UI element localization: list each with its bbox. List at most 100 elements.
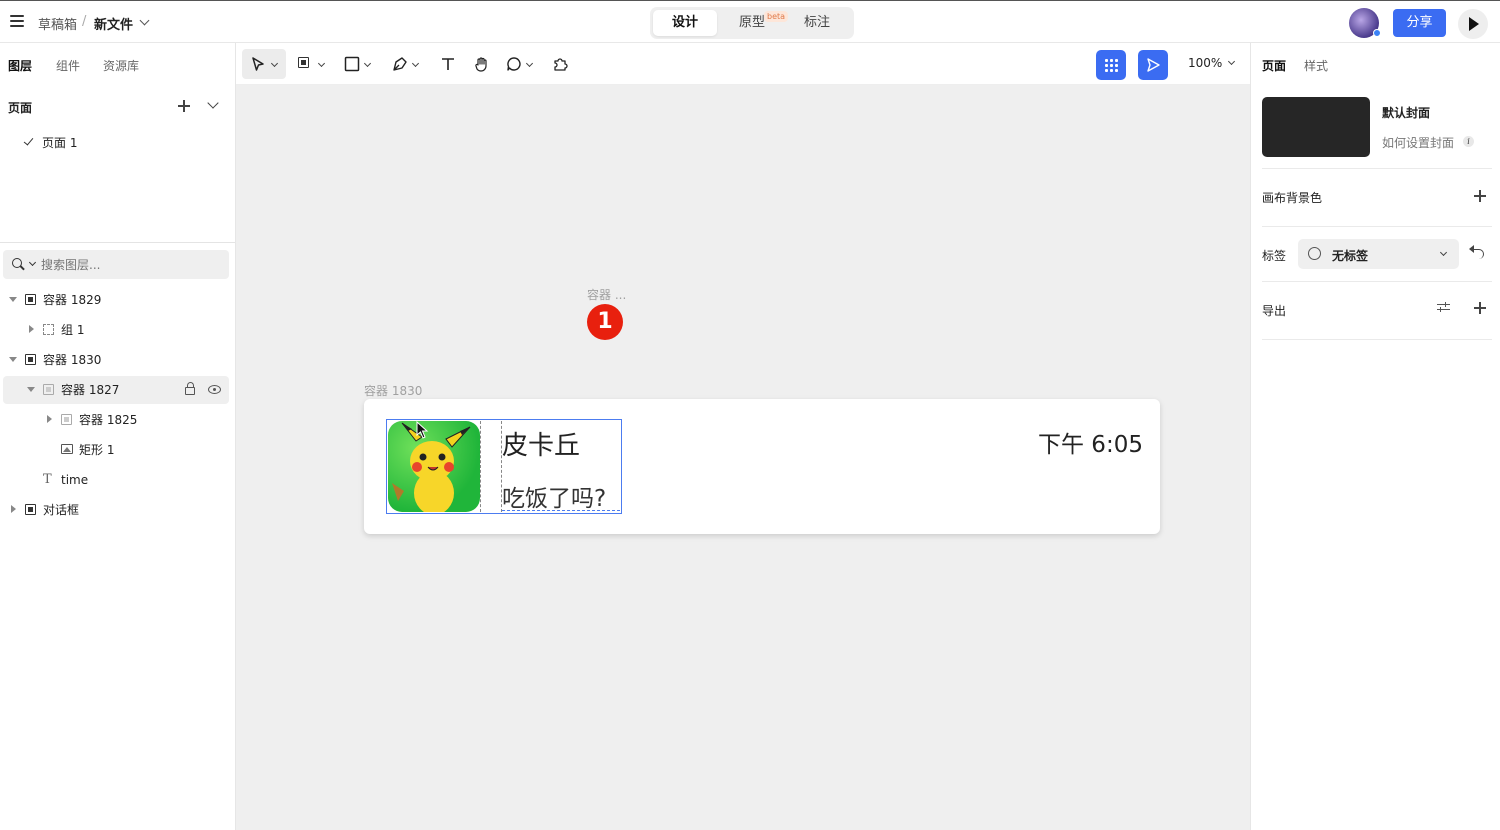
plugin-tool[interactable] bbox=[548, 49, 572, 79]
undo-icon[interactable] bbox=[1469, 245, 1484, 259]
preview-send-button[interactable] bbox=[1138, 50, 1168, 80]
search-icon bbox=[12, 258, 22, 268]
layer-row[interactable]: 容器 1830 bbox=[3, 346, 229, 374]
top-bar: 草稿箱 / 新文件 设计 原型 标注 beta 分享 bbox=[0, 0, 1500, 43]
chevron-down-icon[interactable] bbox=[207, 97, 219, 109]
cover-thumbnail[interactable] bbox=[1262, 97, 1370, 157]
cover-help-link[interactable]: 如何设置封面 bbox=[1382, 134, 1454, 151]
tag-label: 标签 bbox=[1262, 249, 1287, 263]
chat-card-frame[interactable]: 皮卡丘 吃饭了吗? 下午 6:05 bbox=[364, 399, 1160, 534]
pen-tool[interactable] bbox=[388, 49, 424, 79]
caret-right-icon[interactable] bbox=[47, 415, 52, 423]
puzzle-icon bbox=[554, 58, 568, 71]
caret-down-icon[interactable] bbox=[27, 387, 35, 392]
canvas[interactable]: 容器 ... 1 容器 1830 皮卡丘 吃饭了吗? 下午 6:05 bbox=[236, 85, 1250, 830]
search-input[interactable] bbox=[41, 255, 221, 275]
tab-page[interactable]: 页面 bbox=[1262, 57, 1286, 74]
mouse-cursor-icon bbox=[416, 421, 429, 439]
tag-select[interactable]: 无标签 bbox=[1298, 239, 1459, 269]
eye-icon[interactable] bbox=[208, 385, 221, 394]
right-panel: 页面 样式 默认封面 如何设置封面 i 画布背景色 标签 无标签 导出 bbox=[1250, 43, 1500, 830]
layer-row[interactable]: 容器 1825 bbox=[3, 406, 229, 434]
divider bbox=[1262, 339, 1492, 340]
caret-right-icon[interactable] bbox=[11, 505, 16, 513]
pen-icon bbox=[393, 57, 407, 71]
tab-assets[interactable]: 资源库 bbox=[103, 57, 139, 74]
tab-components[interactable]: 组件 bbox=[56, 57, 80, 74]
pages-header: 页面 bbox=[8, 101, 33, 115]
comment-tool[interactable] bbox=[502, 49, 538, 79]
group-icon bbox=[43, 324, 54, 335]
frame-label[interactable]: 容器 ... bbox=[587, 286, 626, 303]
layer-label: 矩形 1 bbox=[79, 443, 115, 457]
comment-icon bbox=[507, 57, 521, 71]
chevron-down-icon[interactable] bbox=[270, 59, 279, 68]
cover-title: 默认封面 bbox=[1382, 106, 1431, 120]
layer-row[interactable]: 对话框 bbox=[3, 496, 229, 524]
cursor-arrow-icon bbox=[252, 57, 264, 71]
divider bbox=[0, 242, 235, 243]
lock-icon[interactable] bbox=[185, 382, 195, 395]
text-tool[interactable] bbox=[436, 49, 460, 79]
tab-design[interactable]: 设计 bbox=[653, 10, 717, 36]
divider bbox=[1262, 168, 1492, 169]
mode-switcher: 设计 原型 标注 beta bbox=[650, 7, 854, 39]
frame-tool[interactable] bbox=[294, 49, 330, 79]
chevron-down-icon[interactable] bbox=[139, 15, 150, 26]
add-export-icon[interactable] bbox=[1474, 302, 1486, 314]
guide-line bbox=[480, 421, 481, 512]
left-panel: 图层 组件 资源库 页面 页面 1 容器 1829 组 1 容器 1830 bbox=[0, 43, 236, 830]
select-tool[interactable] bbox=[242, 49, 286, 79]
image-icon bbox=[61, 444, 73, 454]
hand-tool[interactable] bbox=[470, 49, 494, 79]
grid-icon bbox=[1104, 58, 1118, 72]
grid-plugin-button[interactable] bbox=[1096, 50, 1126, 80]
layer-row-selected[interactable]: 容器 1827 bbox=[3, 376, 229, 404]
layer-row[interactable]: 矩形 1 bbox=[3, 436, 229, 464]
message-preview[interactable]: 吃饭了吗? bbox=[502, 479, 606, 513]
message-time[interactable]: 下午 6:05 bbox=[1038, 425, 1143, 459]
play-icon[interactable] bbox=[1458, 9, 1488, 39]
chevron-down-icon[interactable] bbox=[525, 59, 534, 68]
add-page-icon[interactable] bbox=[178, 100, 190, 112]
caret-down-icon[interactable] bbox=[9, 357, 17, 362]
frame-icon bbox=[298, 57, 309, 68]
sliders-icon[interactable] bbox=[1437, 301, 1450, 313]
frame-icon bbox=[25, 294, 36, 305]
page-item[interactable]: 页面 1 bbox=[42, 134, 77, 151]
layer-row[interactable]: 容器 1829 bbox=[3, 286, 229, 314]
chevron-down-icon[interactable] bbox=[363, 59, 372, 68]
breadcrumb-drafts[interactable]: 草稿箱 bbox=[38, 14, 77, 33]
layer-search[interactable] bbox=[3, 250, 229, 279]
share-button[interactable]: 分享 bbox=[1393, 9, 1446, 37]
tab-layers[interactable]: 图层 bbox=[8, 57, 32, 74]
chevron-down-icon[interactable] bbox=[28, 258, 37, 267]
divider bbox=[1262, 281, 1492, 282]
info-icon[interactable]: i bbox=[1463, 136, 1474, 147]
file-name[interactable]: 新文件 bbox=[94, 14, 133, 33]
send-icon bbox=[1147, 58, 1160, 72]
layer-row[interactable]: 组 1 bbox=[3, 316, 229, 344]
layer-row[interactable]: T time bbox=[3, 466, 229, 494]
chevron-down-icon[interactable] bbox=[317, 59, 326, 68]
zoom-level[interactable]: 100% bbox=[1188, 56, 1222, 70]
circle-icon bbox=[1308, 247, 1321, 260]
caret-down-icon[interactable] bbox=[9, 297, 17, 302]
tab-style[interactable]: 样式 bbox=[1304, 57, 1328, 74]
menu-icon[interactable] bbox=[10, 15, 24, 27]
contact-name[interactable]: 皮卡丘 bbox=[502, 425, 580, 462]
chevron-down-icon[interactable] bbox=[1227, 57, 1236, 66]
tab-annotate[interactable]: 标注 bbox=[785, 10, 849, 36]
text-icon: T bbox=[43, 472, 52, 487]
beta-badge: beta bbox=[764, 11, 789, 22]
layer-label: 容器 1825 bbox=[79, 413, 138, 427]
frame-label[interactable]: 容器 1830 bbox=[364, 382, 422, 399]
rectangle-tool[interactable] bbox=[340, 49, 376, 79]
tag-value: 无标签 bbox=[1332, 249, 1369, 263]
chevron-down-icon[interactable] bbox=[411, 59, 420, 68]
step-badge: 1 bbox=[587, 304, 623, 340]
caret-right-icon[interactable] bbox=[29, 325, 34, 333]
add-bg-color-icon[interactable] bbox=[1474, 190, 1486, 202]
frame-icon bbox=[43, 384, 54, 395]
frame-icon bbox=[25, 354, 36, 365]
